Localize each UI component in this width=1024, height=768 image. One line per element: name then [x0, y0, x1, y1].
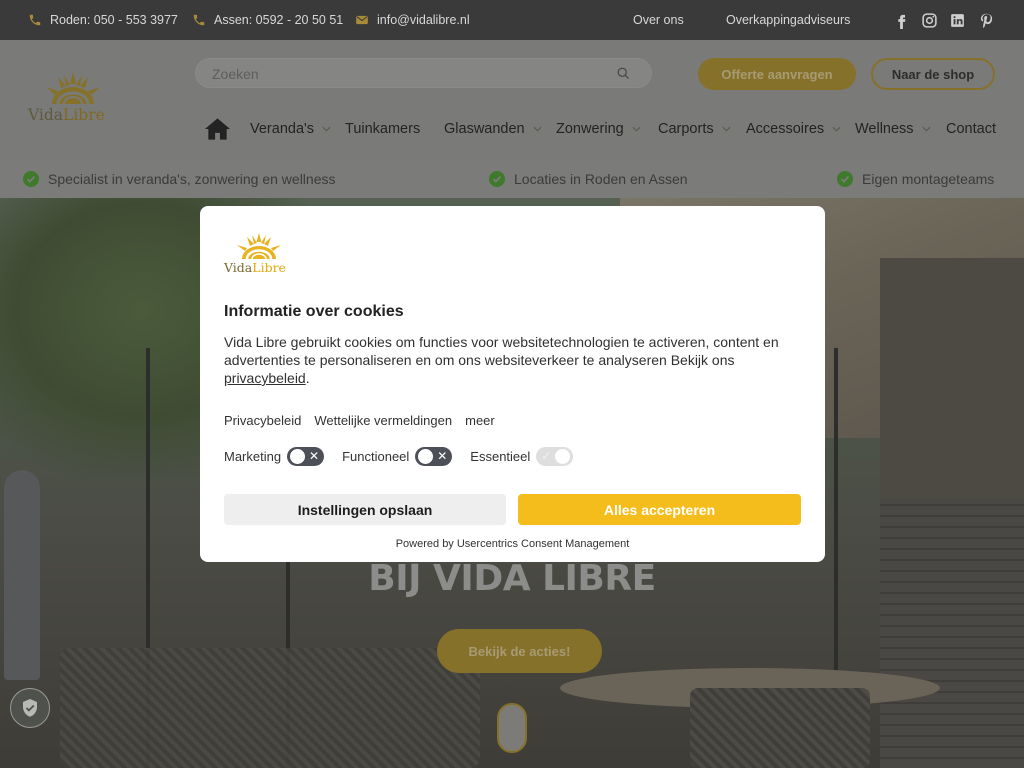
scroll-indicator[interactable] — [497, 703, 527, 753]
hero-cta-button[interactable]: Bekijk de acties! — [437, 629, 602, 673]
cookie-title: Informatie over cookies — [224, 303, 404, 320]
usp-bar: Specialist in veranda's, zonwering en we… — [0, 160, 1024, 198]
nav-item-tuinkamers[interactable]: Tuinkamers — [345, 112, 420, 146]
chevron-down-icon — [722, 126, 731, 132]
privacy-settings-button[interactable] — [10, 688, 50, 728]
toggle-functioneel: Functioneel ✕ — [342, 446, 453, 466]
cookie-logo-wordmark: VidaLibre — [224, 260, 286, 275]
hero-headline: BIJ VIDA LIBRE — [368, 558, 656, 599]
cookie-logo: VidaLibre — [224, 232, 294, 280]
cookie-consent-dialog: VidaLibre Informatie over cookies Vida L… — [200, 206, 825, 562]
mail-icon — [355, 13, 369, 27]
over-ons-link[interactable]: Over ons — [633, 0, 684, 40]
phone-icon — [192, 13, 206, 27]
nav-item-carports[interactable]: Carports — [658, 112, 731, 146]
contact-bar: Roden: 050 - 553 3977 Assen: 0592 - 20 5… — [0, 0, 1024, 40]
accept-all-button[interactable]: Alles accepteren — [518, 494, 801, 525]
email-link[interactable]: info@vidalibre.nl — [355, 0, 470, 40]
usp-item: Eigen montageteams — [837, 160, 994, 198]
overkappingadviseurs-link[interactable]: Overkappingadviseurs — [726, 0, 850, 40]
toggle-label: Essentieel — [470, 448, 531, 464]
save-settings-button[interactable]: Instellingen opslaan — [224, 494, 506, 525]
more-link[interactable]: meer — [465, 413, 495, 428]
chevron-down-icon — [322, 126, 331, 132]
hero-furniture — [60, 648, 480, 768]
linkedin-icon[interactable] — [949, 0, 966, 40]
toggle-essentieel: Essentieel ✓ — [470, 446, 574, 466]
usp-item: Locaties in Roden en Assen — [489, 160, 688, 198]
main-nav: Veranda's Tuinkamers Glaswanden Zonwerin… — [0, 112, 1024, 146]
x-icon: ✕ — [309, 448, 320, 463]
privacybeleid-link[interactable]: Privacybeleid — [224, 413, 301, 428]
check-icon — [837, 171, 853, 187]
search-input[interactable]: Zoeken — [195, 58, 652, 88]
site-header: VidaLibre Zoeken Offerte aanvragen Naar … — [0, 40, 1024, 160]
chevron-down-icon — [533, 126, 542, 132]
marketing-switch[interactable]: ✕ — [287, 446, 325, 466]
usp-item: Specialist in veranda's, zonwering en we… — [23, 160, 336, 198]
nav-item-contact[interactable]: Contact — [946, 112, 996, 146]
toggle-marketing: Marketing ✕ — [224, 446, 325, 466]
shield-icon — [23, 699, 37, 717]
phone-icon — [28, 13, 42, 27]
sun-logo-icon — [46, 72, 100, 105]
phone-roden-text: Roden: 050 - 553 3977 — [50, 13, 178, 27]
toggle-label: Marketing — [224, 448, 282, 464]
search-icon[interactable] — [616, 66, 631, 81]
nav-item-glaswanden[interactable]: Glaswanden — [444, 112, 542, 146]
powered-by-text: Powered by Usercentrics Consent Manageme… — [395, 538, 630, 550]
sun-logo-icon — [237, 233, 281, 260]
check-icon — [489, 171, 505, 187]
functional-switch[interactable]: ✕ — [415, 446, 453, 466]
cookie-description: Vida Libre gebruikt cookies om functies … — [224, 334, 779, 386]
nav-item-accessoires[interactable]: Accessoires — [746, 112, 841, 146]
phone-assen-text: Assen: 0592 - 20 50 51 — [214, 13, 344, 27]
phone-assen-link[interactable]: Assen: 0592 - 20 50 51 — [192, 0, 343, 40]
check-icon — [23, 171, 39, 187]
instagram-icon[interactable] — [921, 0, 938, 40]
home-icon[interactable] — [204, 117, 231, 141]
quote-request-button[interactable]: Offerte aanvragen — [698, 58, 856, 90]
chevron-down-icon — [832, 126, 841, 132]
essential-switch: ✓ — [536, 446, 574, 466]
toggle-label: Functioneel — [342, 448, 410, 464]
x-icon: ✕ — [437, 448, 448, 463]
phone-roden-link[interactable]: Roden: 050 - 553 3977 — [28, 0, 178, 40]
legal-notice-link[interactable]: Wettelijke vermeldingen — [314, 413, 452, 428]
cookie-toggles: Marketing ✕ Functioneel ✕ Essentieel ✓ — [224, 445, 591, 467]
chevron-down-icon — [632, 126, 641, 132]
email-text: info@vidalibre.nl — [377, 13, 470, 27]
check-icon: ✓ — [541, 448, 552, 463]
nav-item-zonwering[interactable]: Zonwering — [556, 112, 641, 146]
hero-chair — [690, 688, 870, 768]
pinterest-icon[interactable] — [978, 0, 995, 40]
nav-item-verandas[interactable]: Veranda's — [250, 112, 331, 146]
facebook-icon[interactable] — [893, 0, 910, 40]
cookie-links: Privacybeleid Wettelijke vermeldingen me… — [224, 413, 495, 428]
nav-item-wellness[interactable]: Wellness — [855, 112, 931, 146]
hero-background-brick-wall — [880, 498, 1024, 768]
chevron-down-icon — [922, 126, 931, 132]
privacy-policy-link[interactable]: privacybeleid — [224, 370, 306, 386]
search-placeholder: Zoeken — [212, 66, 259, 82]
shop-button[interactable]: Naar de shop — [871, 58, 995, 90]
